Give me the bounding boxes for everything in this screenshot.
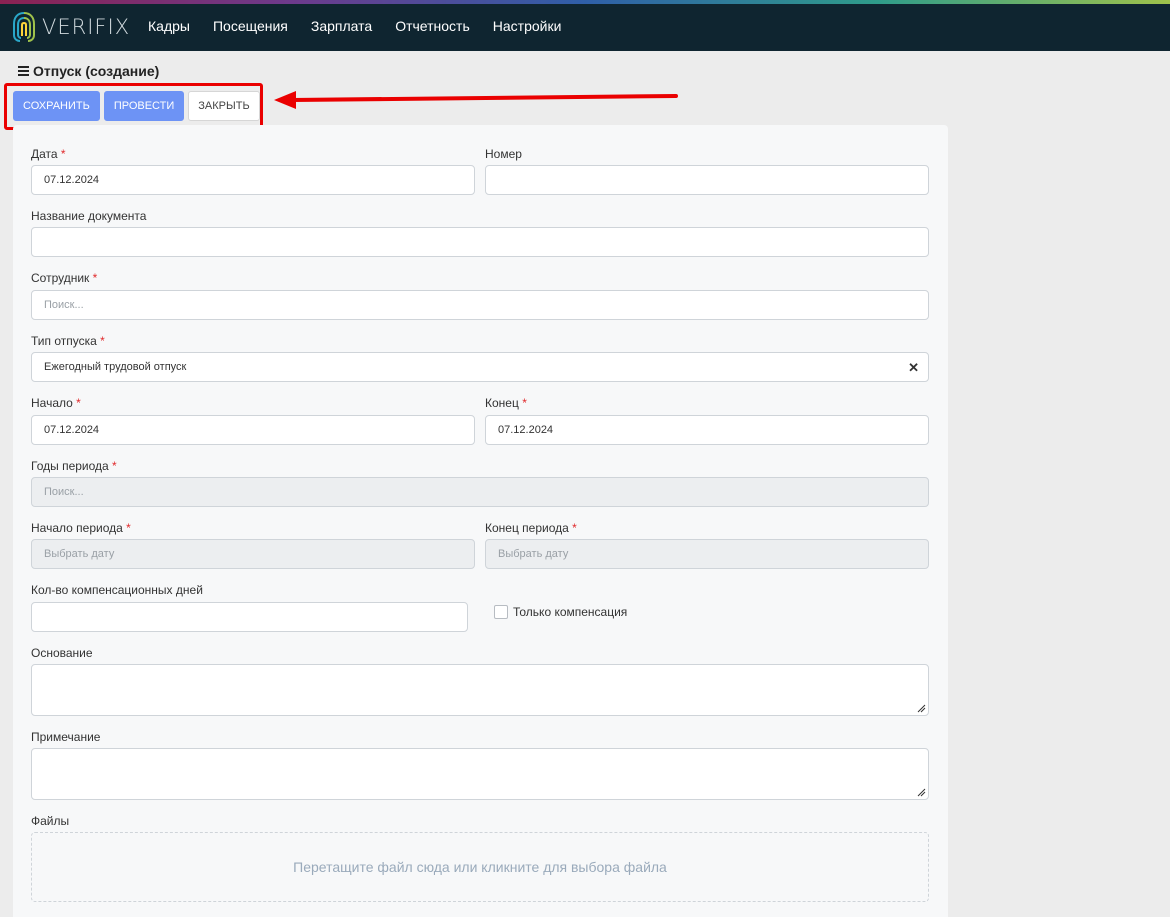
period-years-label: Годы периода * (31, 459, 117, 473)
employee-label: Сотрудник * (31, 271, 98, 285)
end-date-field[interactable]: 07.12.2024 (485, 415, 929, 445)
basis-label: Основание (31, 646, 93, 660)
note-label: Примечание (31, 730, 101, 744)
doc-name-field[interactable] (31, 227, 929, 257)
comp-days-field[interactable] (31, 602, 468, 632)
date-field[interactable]: 07.12.2024 (31, 165, 475, 195)
hamburger-menu-icon[interactable] (18, 66, 29, 76)
employee-search-input[interactable]: Поиск... (31, 290, 929, 320)
page-title: Отпуск (создание) (18, 63, 159, 79)
nav-item-poseshcheniya[interactable]: Посещения (213, 18, 288, 34)
nav-item-nastroyki[interactable]: Настройки (493, 18, 562, 34)
leave-type-label: Тип отпуска * (31, 334, 105, 348)
resize-handle-icon[interactable] (917, 704, 926, 713)
only-compensation-label: Только компенсация (513, 605, 628, 619)
number-label: Номер (485, 147, 522, 161)
main-nav: Кадры Посещения Зарплата Отчетность Наст… (148, 18, 561, 34)
nav-item-kadry[interactable]: Кадры (148, 18, 190, 34)
top-navbar: VERIFIX Кадры Посещения Зарплата Отчетно… (0, 0, 1170, 51)
start-date-field[interactable]: 07.12.2024 (31, 415, 475, 445)
basis-textarea[interactable] (31, 664, 929, 716)
period-end-label: Конец периода * (485, 521, 577, 535)
brand-stripe (0, 0, 1170, 4)
period-start-label: Начало периода * (31, 521, 131, 535)
doc-name-label: Название документа (31, 209, 147, 223)
only-compensation-checkbox[interactable] (494, 605, 508, 619)
nav-item-otchetnost[interactable]: Отчетность (395, 18, 470, 34)
nav-item-zarplata[interactable]: Зарплата (311, 18, 372, 34)
clear-icon[interactable]: ✕ (908, 360, 919, 376)
page-title-text: Отпуск (создание) (33, 63, 160, 79)
note-textarea[interactable] (31, 748, 929, 800)
files-label: Файлы (31, 814, 70, 828)
annotation-highlight-box (4, 83, 263, 130)
only-compensation-checkbox-row[interactable]: Только компенсация (494, 605, 627, 619)
period-years-input: Поиск... (31, 477, 929, 507)
date-label: Дата * (31, 147, 66, 161)
app-logo[interactable]: VERIFIX (12, 12, 130, 42)
start-label: Начало * (31, 396, 81, 410)
number-field[interactable] (485, 165, 929, 195)
fingerprint-icon (13, 12, 35, 42)
leave-type-select[interactable]: Ежегодный трудовой отпуск ✕ (31, 352, 929, 382)
leave-type-value: Ежегодный трудовой отпуск (44, 361, 187, 373)
period-start-field: Выбрать дату (31, 539, 475, 569)
annotation-arrow-icon (274, 91, 678, 109)
end-label: Конец * (485, 396, 527, 410)
file-dropzone[interactable]: Перетащите файл сюда или кликните для вы… (31, 832, 929, 902)
comp-days-label: Кол-во компенсационных дней (31, 583, 203, 597)
resize-handle-icon[interactable] (917, 788, 926, 797)
period-end-field: Выбрать дату (485, 539, 929, 569)
logo-text: VERIFIX (42, 15, 131, 39)
